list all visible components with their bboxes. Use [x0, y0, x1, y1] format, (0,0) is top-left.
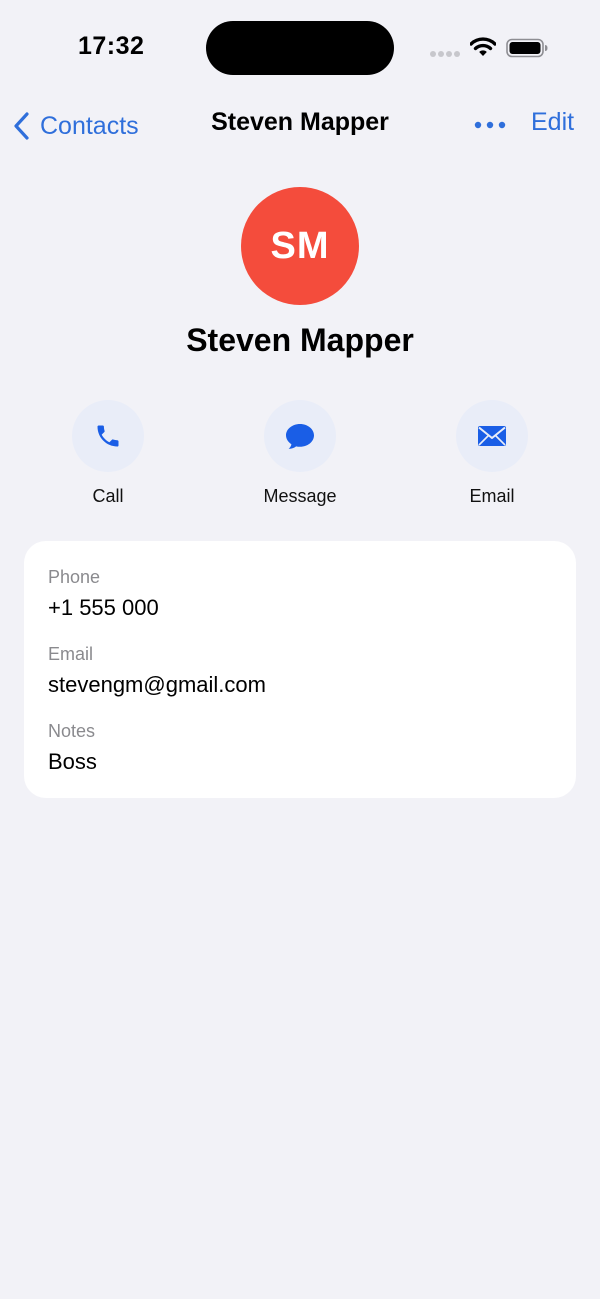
- cellular-signal-icon: [430, 51, 460, 57]
- call-icon-circle: [72, 400, 144, 472]
- email-value[interactable]: stevengm@gmail.com: [48, 672, 548, 698]
- phone-label: Phone: [48, 567, 101, 587]
- notes-label: Notes: [48, 721, 96, 741]
- message-icon: [286, 424, 314, 449]
- back-button[interactable]: Contacts: [12, 106, 139, 146]
- email-field[interactable]: Email stevengm@gmail.com: [48, 643, 548, 698]
- message-label: Message: [263, 486, 337, 506]
- notes-field: Notes Boss: [48, 720, 548, 775]
- status-time: 17:32: [78, 32, 145, 60]
- email-icon-circle: [456, 400, 528, 472]
- status-bar: 17:32: [0, 0, 600, 96]
- contact-info-card: Phone +1 555 000 Email stevengm@gmail.co…: [24, 541, 576, 798]
- message-button[interactable]: Message: [230, 398, 370, 514]
- email-button[interactable]: Email: [422, 398, 562, 514]
- back-button-label: Contacts: [40, 111, 139, 140]
- call-label: Call: [92, 486, 124, 506]
- notes-value: Boss: [48, 749, 97, 774]
- phone-field[interactable]: Phone +1 555 000: [48, 566, 548, 621]
- email-field-label: Email: [48, 644, 94, 664]
- call-button[interactable]: Call: [38, 398, 178, 514]
- page-title: Steven Mapper: [211, 108, 389, 136]
- avatar: SM: [241, 187, 359, 305]
- email-label: Email: [469, 486, 515, 506]
- mail-icon: [478, 426, 506, 446]
- avatar-initials: SM: [270, 224, 330, 267]
- chevron-left-icon: [14, 112, 29, 140]
- message-icon-circle: [264, 400, 336, 472]
- phone-value[interactable]: +1 555 000: [48, 595, 548, 621]
- more-options-icon[interactable]: [472, 112, 508, 138]
- battery-icon: [506, 38, 548, 58]
- wifi-icon: [470, 37, 496, 56]
- contact-name: Steven Mapper: [186, 322, 414, 358]
- dynamic-island: [206, 21, 394, 75]
- edit-button[interactable]: Edit: [531, 108, 574, 137]
- phone-icon: [97, 425, 119, 447]
